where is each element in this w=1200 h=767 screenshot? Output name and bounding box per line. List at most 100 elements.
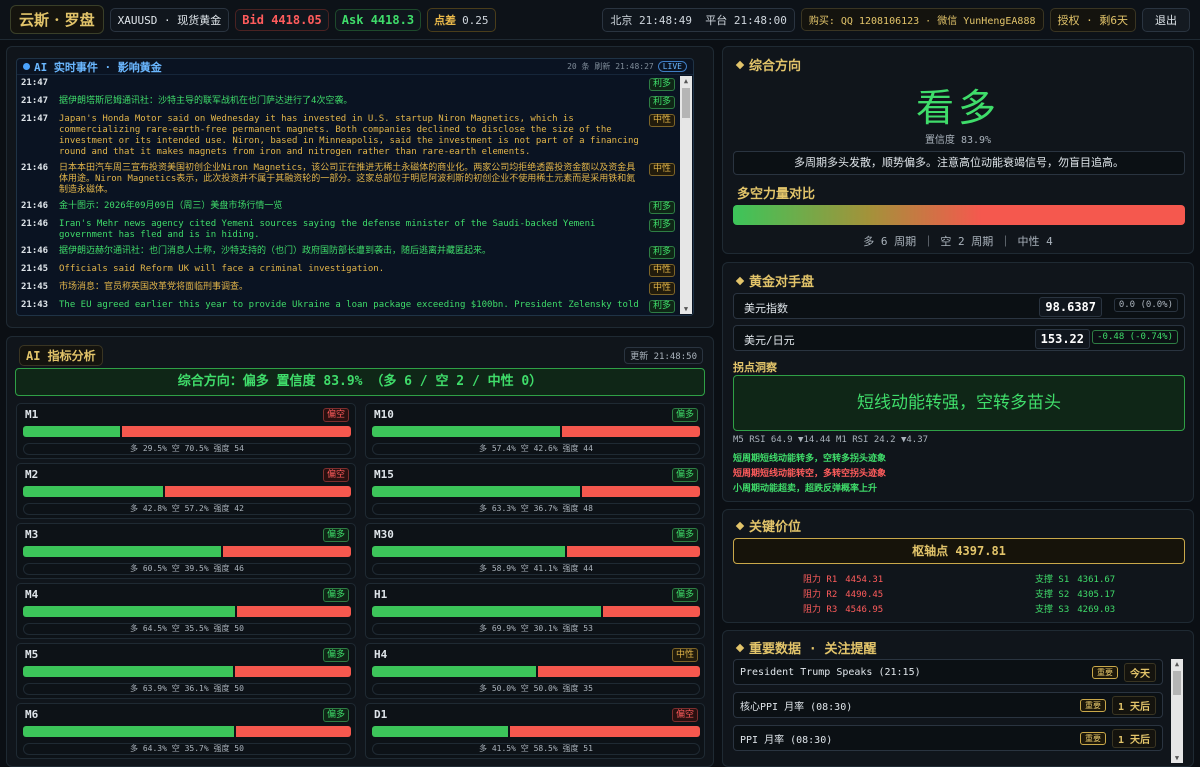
brand-logo: 云斯 · 罗盘 <box>10 5 104 34</box>
bull-segment <box>372 726 509 737</box>
news-time: 21:45 <box>21 282 49 292</box>
timeframe-card-m15: M15 偏多多 63.3% 空 36.7% 强度 48 <box>365 463 705 519</box>
confidence: 置信度 83.9% <box>924 135 992 146</box>
scroll-up-icon[interactable]: ▲ <box>1173 660 1181 668</box>
bear-segment <box>562 426 700 437</box>
event-item[interactable]: PPI 月率 (08:30) 重要 1 天后 <box>733 725 1163 751</box>
bull-segment <box>23 606 235 617</box>
sentiment-tag: 利多 <box>648 246 675 259</box>
bull-segment <box>23 486 164 497</box>
bear-segment <box>121 426 351 437</box>
timeframe-bias-tag: 偏多 <box>322 648 349 662</box>
news-item[interactable]: 21:43 The EU agreed earlier this year to … <box>17 298 679 315</box>
news-title: AI 实时事件 · 影响黄金 <box>34 60 162 74</box>
diamond-icon <box>735 521 745 530</box>
timeframe-name: M30 <box>374 528 394 541</box>
bull-bear-bar <box>372 726 700 737</box>
news-text: Iran's Mehr news agency cited Yemeni sou… <box>59 219 596 240</box>
news-text: 日本本田汽车周三宣布投资美国初创企业Niron Magnetics，该公司正在推… <box>59 163 636 195</box>
timeframe-info: 多 41.5% 空 58.5% 强度 51 <box>372 743 700 755</box>
news-text: The EU agreed earlier this year to provi… <box>59 300 639 310</box>
timeframe-bias-tag: 偏多 <box>671 528 698 542</box>
bear-segment <box>234 666 351 677</box>
power-bar <box>733 205 1185 225</box>
gold-title: 黄金对手盘 <box>735 271 814 290</box>
bull-bear-bar <box>23 546 351 557</box>
news-item[interactable]: 21:47 Japan's Honda Motor said on Wednesd… <box>17 112 679 161</box>
news-item[interactable]: 21:46 Iran's Mehr news agency cited Yemen… <box>17 217 679 244</box>
scroll-down-icon[interactable]: ▼ <box>1173 754 1181 762</box>
event-name: PPI 月率 (08:30) <box>740 734 833 746</box>
news-item[interactable]: 21:46 日本本田汽车周三宣布投资美国初创企业Niron Magnetics，该… <box>17 161 679 199</box>
top-bar: 云斯 · 罗盘 XAUUSD · 现货黄金 Bid 4418.05 Ask 44… <box>0 0 1200 40</box>
diamond-icon <box>735 276 745 285</box>
bull-segment <box>372 546 566 557</box>
logout-button[interactable]: 退出 <box>1142 7 1190 32</box>
support-s1: 支撑 S1 4361.67 <box>1035 575 1116 585</box>
spread: 点差 0.25 <box>427 7 496 32</box>
news-item[interactable]: 21:47 利多 <box>17 76 679 94</box>
power-title: 多空力量对比 <box>737 187 816 202</box>
events-list[interactable]: President Trump Speaks (21:15) 重要 今天 核心PPI … <box>733 659 1163 763</box>
news-item[interactable]: 21:46 金十图示：2026年09月09日（周三）美盘市场行情一览 利多 <box>17 199 679 217</box>
bull-segment <box>23 666 233 677</box>
symbol-label[interactable]: XAUUSD · 现货黄金 <box>109 7 230 32</box>
bull-segment <box>23 546 222 557</box>
scroll-thumb[interactable] <box>1173 671 1181 695</box>
bull-segment <box>372 486 580 497</box>
news-text: 金十图示：2026年09月09日（周三）美盘市场行情一览 <box>59 201 283 211</box>
timeframe-card-m1: M1 偏空多 29.5% 空 70.5% 强度 54 <box>16 403 356 459</box>
bull-segment <box>372 666 536 677</box>
scroll-down-icon[interactable]: ▼ <box>682 305 690 313</box>
news-item[interactable]: 21:47 据伊朗塔斯尼姆通讯社：沙特主导的联军战机在也门萨达进行了4次空袭。 利多 <box>17 94 679 112</box>
bull-bear-bar <box>372 606 700 617</box>
insight-box: 短线动能转强，空转多苗头 <box>733 375 1185 431</box>
pivot-point: 枢轴点 4397.81 <box>733 538 1185 564</box>
insight-title: 拐点洞察 <box>733 361 777 374</box>
bear-segment <box>510 726 700 737</box>
timeframe-bias-tag: 中性 <box>671 648 698 662</box>
timeframe-info: 多 50.0% 空 50.0% 强度 35 <box>372 683 700 695</box>
news-scrollbar[interactable]: ▲ ▼ <box>680 76 692 314</box>
resistance-r3: 阻力 R3 4546.95 <box>803 605 884 615</box>
news-time: 21:47 <box>21 114 49 124</box>
bull-bear-bar <box>23 606 351 617</box>
resistance-r2: 阻力 R2 4490.45 <box>803 590 884 600</box>
event-when: 1 天后 <box>1111 695 1156 715</box>
scroll-up-icon[interactable]: ▲ <box>682 77 690 85</box>
timeframe-name: M3 <box>25 528 39 541</box>
direction-panel: 综合方向 看多 置信度 83.9% 多周期多头发散，顺势偏多。注意高位动能衰竭信… <box>722 46 1194 254</box>
key-levels-panel: 关键价位 枢轴点 4397.81 阻力 R1 4454.31 阻力 R2 4490.… <box>722 509 1194 623</box>
news-time: 21:45 <box>21 264 49 274</box>
news-list[interactable]: 21:47 利多 21:47 据伊朗塔斯尼姆通讯社：沙特主导的联军战机在也门萨达进行了… <box>17 76 679 315</box>
power-info: 多 6 周期 ｜ 空 2 周期 ｜ 中性 4 <box>863 235 1053 248</box>
timeframe-bias-tag: 偏多 <box>671 588 698 602</box>
events-scrollbar[interactable]: ▲ ▼ <box>1171 659 1183 763</box>
key-levels-title: 关键价位 <box>735 516 801 535</box>
event-item[interactable]: 核心PPI 月率 (08:30) 重要 1 天后 <box>733 692 1163 718</box>
news-item[interactable]: 21:46 据伊朗迈赫尔通讯社：也门消息人士称，沙特支持的（也门）政府国防部长遭到… <box>17 244 679 262</box>
news-time: 21:43 <box>21 300 49 310</box>
timeframe-bias-tag: 偏多 <box>671 408 698 422</box>
sentiment-tag: 中性 <box>648 114 675 127</box>
news-text: 市场消息：官员称英国改革党将面临刑事调查。 <box>59 282 249 292</box>
bear-segment <box>235 726 351 737</box>
timeframe-card-m30: M30 偏多多 58.9% 空 41.1% 强度 44 <box>365 523 705 579</box>
news-header: AI 实时事件 · 影响黄金 20 条 刷新 21:48:27 LIVE <box>17 59 693 75</box>
ai-indicator-panel: AI 指标分析 更新 21:48:50 综合方向：偏多 置信度 83.9% （多… <box>6 336 714 767</box>
resistance-r1: 阻力 R1 4454.31 <box>803 575 884 585</box>
live-badge: LIVE <box>657 61 687 72</box>
bull-bear-bar <box>23 486 351 497</box>
bid-price: Bid 4418.05 <box>235 8 329 31</box>
timeframe-info: 多 63.3% 空 36.7% 强度 48 <box>372 503 700 515</box>
news-time: 21:46 <box>21 219 49 229</box>
timeframe-card-m4: M4 偏多多 64.5% 空 35.5% 强度 50 <box>16 583 356 639</box>
scroll-thumb[interactable] <box>682 88 690 118</box>
news-item[interactable]: 21:45 市场消息：官员称英国改革党将面临刑事调查。 中性 <box>17 280 679 298</box>
bull-segment <box>372 426 561 437</box>
quote-row-dxy: 美元指数 98.6387 0.0 (0.0%) <box>733 293 1185 319</box>
event-item[interactable]: President Trump Speaks (21:15) 重要 今天 <box>733 659 1163 685</box>
news-item[interactable]: 21:45 Officials said Reform UK will face … <box>17 262 679 280</box>
news-text: Officials said Reform UK will face a cri… <box>59 264 385 274</box>
timeframe-bias-tag: 偏多 <box>322 588 349 602</box>
